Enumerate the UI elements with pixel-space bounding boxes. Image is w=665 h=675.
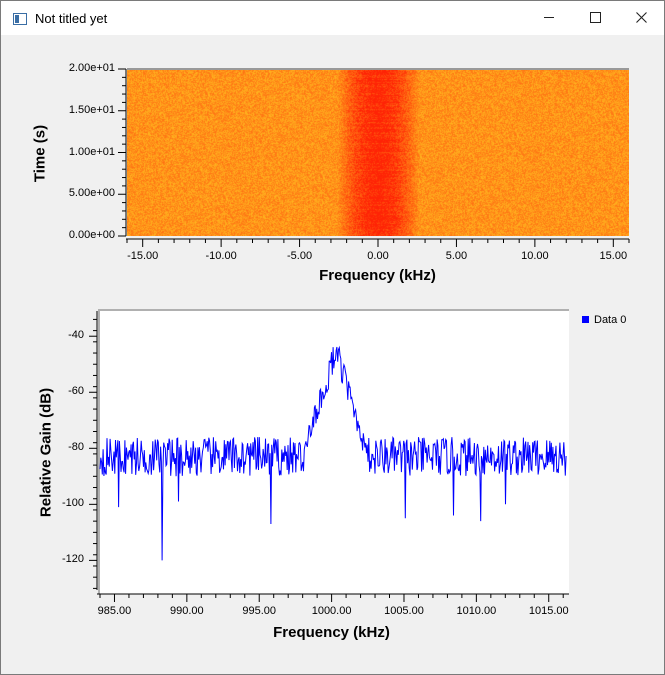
waterfall-x-axis-label: Frequency (kHz) (319, 267, 436, 284)
window-title: Not titled yet (35, 11, 108, 26)
spectrum-y-axis-label: Relative Gain (dB) (37, 387, 55, 518)
spectrum-y-tick-label: -120 (61, 553, 84, 566)
waterfall-x-tick-label: 5.00 (445, 250, 468, 262)
waterfall-x-tick-label: 10.00 (521, 250, 549, 262)
waterfall-y-tick-label: 5.00e+00 (68, 187, 115, 200)
waterfall-y-axis-label: Time (s) (31, 124, 49, 183)
close-icon (635, 12, 647, 24)
spectrum-x-tick-label: 1010.00 (456, 605, 497, 617)
maximize-button[interactable] (572, 1, 618, 35)
app-window-icon (13, 13, 27, 25)
waterfall-y-tick-label: 1.50e+01 (68, 103, 115, 116)
spectrum-x-tick-label: 985.00 (97, 605, 132, 617)
maximize-icon (589, 12, 601, 24)
title-bar[interactable]: Not titled yet (1, 1, 664, 35)
spectrum-x-tick-label: 1015.00 (528, 605, 569, 617)
spectrum-x-tick-label: 1005.00 (384, 605, 424, 617)
waterfall-x-tick-label: -5.00 (287, 250, 313, 262)
spectrum-x-tick-label: 1000.00 (311, 605, 352, 617)
legend-label-data-0[interactable]: Data 0 (594, 314, 626, 326)
close-button[interactable] (618, 1, 664, 35)
spectrum-x-tick-label: 990.00 (170, 605, 204, 617)
waterfall-x-tick-label: -10.00 (205, 250, 237, 262)
spectrum-x-axis-label: Frequency (kHz) (273, 624, 390, 641)
waterfall-plot[interactable] (127, 69, 629, 236)
spectrum-y-tick-label: -40 (68, 329, 84, 342)
legend-swatch-data-0 (582, 316, 589, 323)
spectrum-x-tick-label: 995.00 (242, 605, 277, 617)
spectrum-plot-area[interactable] (98, 309, 569, 594)
minimize-icon (544, 17, 554, 19)
minimize-button[interactable] (526, 1, 572, 35)
waterfall-x-tick-label: 0.00 (367, 250, 389, 262)
waterfall-y-tick-label: 0.00e+00 (68, 229, 115, 241)
waterfall-y-tick-label: 2.00e+01 (68, 62, 115, 74)
waterfall-x-tick-label: 15.00 (599, 250, 628, 262)
waterfall-x-tick-label: -15.00 (127, 250, 159, 262)
